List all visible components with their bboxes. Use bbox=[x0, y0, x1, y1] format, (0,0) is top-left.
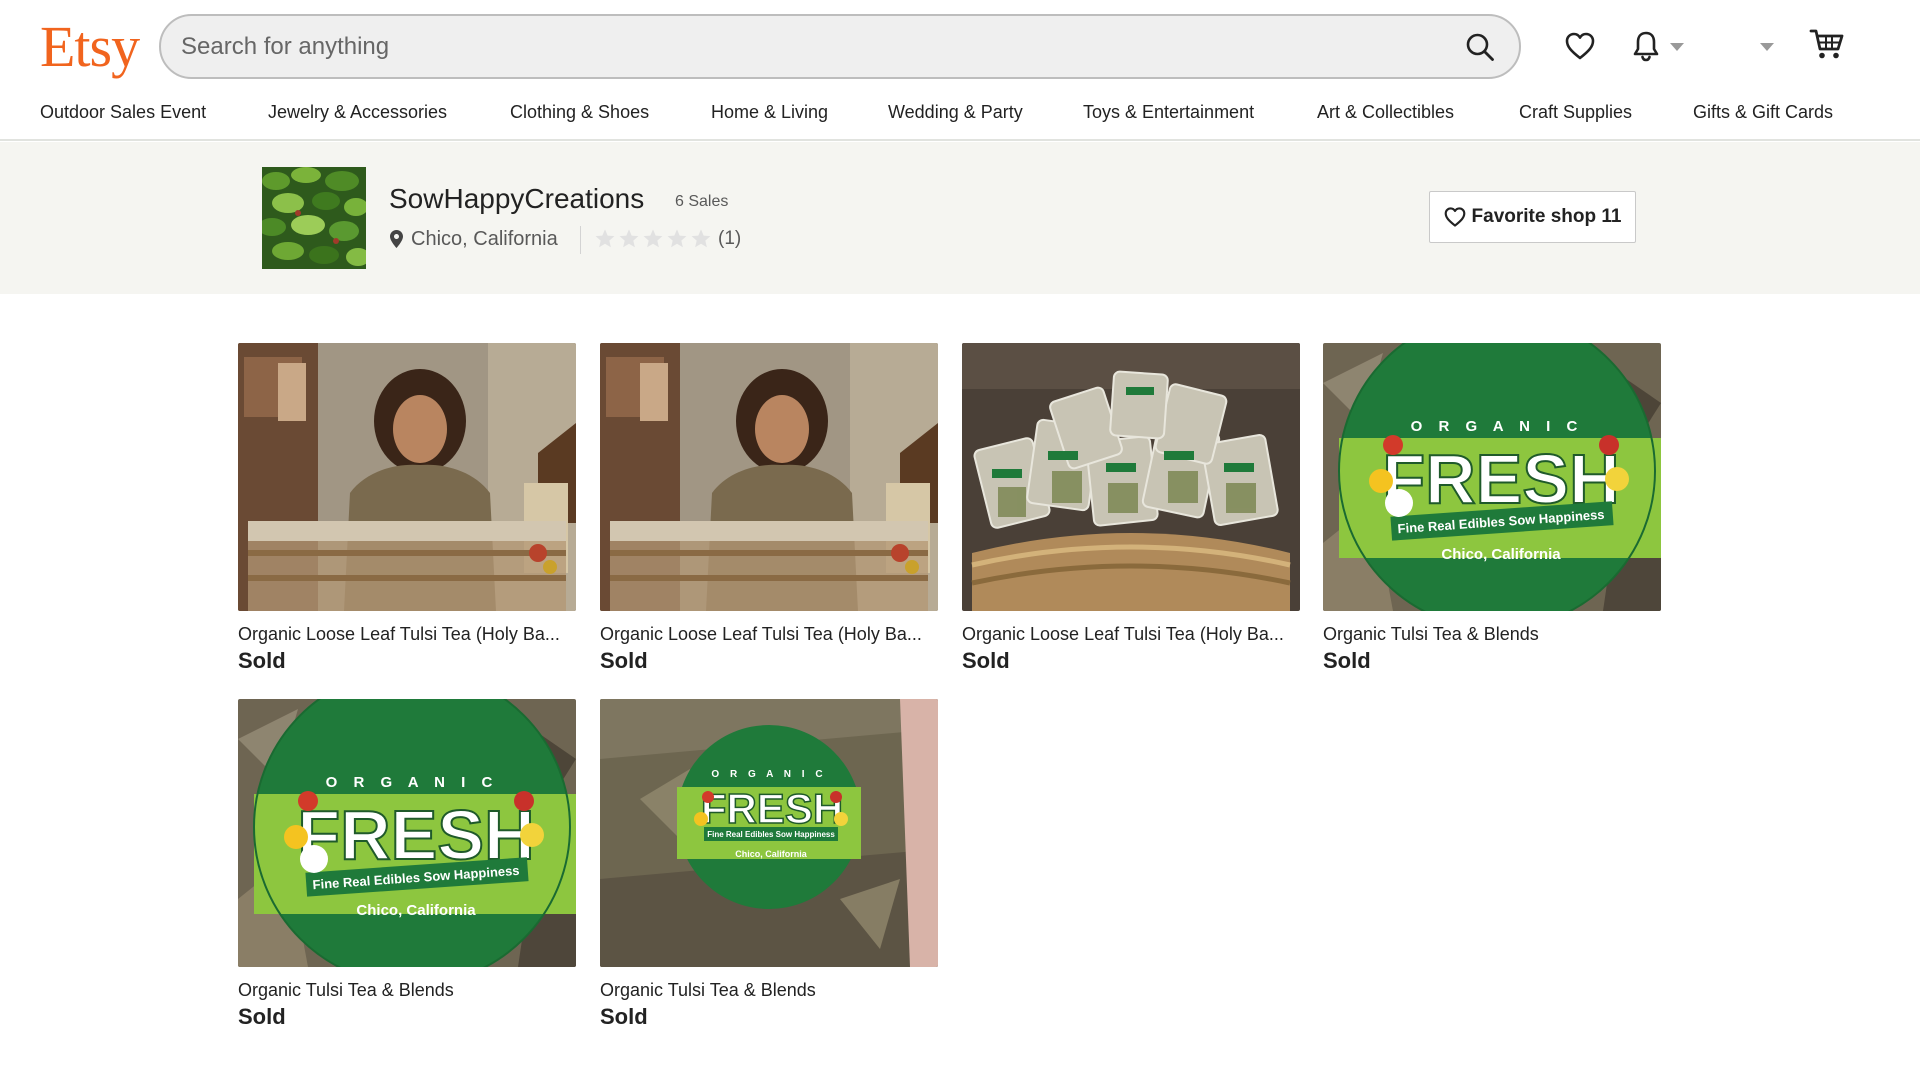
search-input[interactable] bbox=[181, 16, 1421, 77]
search-icon bbox=[1466, 33, 1494, 61]
listing-status: Sold bbox=[1323, 648, 1371, 673]
nav-toys-entertainment[interactable]: Toys & Entertainment bbox=[1083, 96, 1254, 128]
listing-title[interactable]: Organic Loose Leaf Tulsi Tea (Holy Ba... bbox=[238, 623, 576, 645]
listing-title[interactable]: Organic Tulsi Tea & Blends bbox=[600, 979, 938, 1001]
nav-craft-supplies[interactable]: Craft Supplies bbox=[1519, 96, 1632, 128]
listing-image[interactable] bbox=[600, 343, 938, 611]
listing-title[interactable]: Organic Loose Leaf Tulsi Tea (Holy Ba... bbox=[600, 623, 938, 645]
listing-title[interactable]: Organic Loose Leaf Tulsi Tea (Holy Ba... bbox=[962, 623, 1300, 645]
listing-card[interactable]: Organic Loose Leaf Tulsi Tea (Holy Ba...… bbox=[600, 343, 938, 675]
listing-status: Sold bbox=[238, 1004, 286, 1029]
listing-image[interactable] bbox=[238, 699, 576, 967]
site-header: Etsy Outdoor Sale bbox=[0, 0, 1920, 141]
favorite-shop-label: Favorite shop 11 bbox=[1471, 206, 1622, 227]
star-icon bbox=[619, 229, 639, 248]
listing-status: Sold bbox=[600, 648, 648, 673]
listing-image[interactable] bbox=[238, 343, 576, 611]
listing-image[interactable] bbox=[600, 699, 938, 967]
nav-clothing-shoes[interactable]: Clothing & Shoes bbox=[510, 96, 649, 128]
nav-wedding-party[interactable]: Wedding & Party bbox=[888, 96, 1023, 128]
nav-home-living[interactable]: Home & Living bbox=[711, 96, 828, 128]
listing-title[interactable]: Organic Tulsi Tea & Blends bbox=[1323, 623, 1661, 645]
listing-status: Sold bbox=[238, 648, 286, 673]
listing-status: Sold bbox=[600, 1004, 648, 1029]
listing-status: Sold bbox=[962, 648, 1010, 673]
shop-sales-count: 6 Sales bbox=[675, 193, 729, 210]
search-bar bbox=[159, 14, 1521, 79]
map-pin-icon bbox=[390, 230, 403, 248]
account-menu-chevron-icon[interactable] bbox=[1760, 43, 1774, 51]
shop-location-text: Chico, California bbox=[411, 227, 558, 250]
listing-card[interactable]: Organic Tulsi Tea & Blends Sold bbox=[600, 699, 938, 1031]
nav-art-collectibles[interactable]: Art & Collectibles bbox=[1317, 96, 1454, 128]
shop-avatar-image bbox=[262, 167, 366, 269]
listing-card[interactable]: Organic Tulsi Tea & Blends Sold bbox=[238, 699, 576, 1031]
shop-name[interactable]: SowHappyCreations bbox=[389, 182, 644, 216]
category-nav: Outdoor Sales Event Jewelry & Accessorie… bbox=[0, 96, 1920, 132]
heart-icon bbox=[1565, 32, 1595, 60]
star-icon bbox=[667, 229, 687, 248]
cart-button[interactable] bbox=[1805, 24, 1849, 64]
shop-header: SowHappyCreations 6 Sales Chico, Califor… bbox=[0, 142, 1920, 294]
notifications-button[interactable] bbox=[1626, 26, 1666, 66]
listing-card[interactable]: Organic Tulsi Tea & Blends Sold bbox=[1323, 343, 1661, 675]
divider bbox=[580, 226, 581, 254]
etsy-logo[interactable]: Etsy bbox=[40, 12, 140, 82]
listing-card[interactable]: Organic Loose Leaf Tulsi Tea (Holy Ba...… bbox=[962, 343, 1300, 675]
shop-location: Chico, California bbox=[390, 224, 558, 254]
listing-title[interactable]: Organic Tulsi Tea & Blends bbox=[238, 979, 576, 1001]
nav-jewelry-accessories[interactable]: Jewelry & Accessories bbox=[268, 96, 447, 128]
star-icon bbox=[691, 229, 711, 248]
nav-outdoor-sales-event[interactable]: Outdoor Sales Event bbox=[40, 96, 206, 128]
review-count: (1) bbox=[718, 228, 742, 249]
search-button[interactable] bbox=[1459, 26, 1501, 68]
listing-image[interactable] bbox=[962, 343, 1300, 611]
listing-image[interactable] bbox=[1323, 343, 1661, 611]
favorite-shop-button[interactable]: Favorite shop 11 bbox=[1429, 191, 1636, 243]
cart-icon bbox=[1809, 29, 1844, 59]
star-icon bbox=[595, 229, 615, 248]
heart-icon bbox=[1444, 207, 1465, 227]
shop-rating[interactable]: (1) bbox=[594, 226, 741, 252]
star-icon bbox=[643, 229, 663, 248]
chevron-down-icon[interactable] bbox=[1670, 43, 1684, 51]
listing-card[interactable]: Organic Loose Leaf Tulsi Tea (Holy Ba...… bbox=[238, 343, 576, 675]
favorites-button[interactable] bbox=[1561, 27, 1599, 65]
nav-gifts-gift-cards[interactable]: Gifts & Gift Cards bbox=[1693, 96, 1833, 128]
bell-icon bbox=[1633, 31, 1659, 62]
shop-avatar[interactable] bbox=[262, 167, 366, 269]
